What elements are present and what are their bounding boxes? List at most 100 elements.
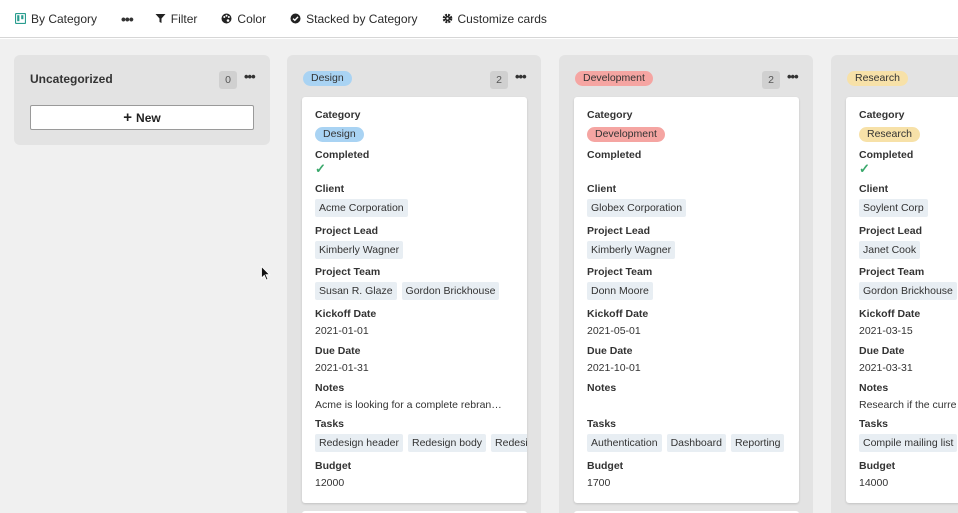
field-kickoff-date: Kickoff Date 2021-03-15 <box>859 308 958 337</box>
new-record-button[interactable]: + New <box>30 105 254 130</box>
view-selector-button[interactable]: By Category <box>15 12 97 26</box>
linked-record-chip: Reporting <box>730 434 785 452</box>
field-label: Budget <box>859 460 896 472</box>
field-project-lead: Project Lead Kimberly Wagner <box>315 225 527 259</box>
field-notes: Notes Research if the curre <box>859 382 958 411</box>
column-menu-button[interactable]: ••• <box>515 69 527 84</box>
filter-icon <box>155 13 166 24</box>
field-project-team: Project Team Susan R. Glaze Gordon Brick… <box>315 266 527 300</box>
field-label: Tasks <box>859 418 888 430</box>
field-kickoff-date: Kickoff Date 2021-05-01 <box>587 308 799 337</box>
field-label: Project Team <box>859 266 925 278</box>
field-label: Budget <box>315 460 352 472</box>
column-category-tag: Design <box>303 71 352 86</box>
field-label: Completed <box>315 149 370 161</box>
linked-record-chip: Janet Cook <box>859 241 921 259</box>
field-completed: Completed ✓ <box>859 149 958 177</box>
column-uncategorized: Uncategorized 0 ••• + New <box>14 55 270 145</box>
field-label: Due Date <box>587 345 633 357</box>
field-client: Client Soylent Corp <box>859 183 958 217</box>
field-label: Completed <box>859 149 914 161</box>
board-icon <box>15 13 26 24</box>
linked-record-chip: Gordon Brickhouse <box>859 282 957 300</box>
field-project-team: Project Team Gordon Brickhouse <box>859 266 958 300</box>
view-more-button[interactable]: ••• <box>121 11 134 27</box>
column-count: 0 <box>219 71 237 89</box>
record-card[interactable]: Category Development Completed Client Gl… <box>574 97 799 503</box>
linked-record-chip: Soylent Corp <box>859 199 928 217</box>
field-label: Kickoff Date <box>587 308 649 320</box>
column-menu-button[interactable]: ••• <box>244 69 256 84</box>
field-label: Kickoff Date <box>859 308 921 320</box>
field-project-lead: Project Lead Kimberly Wagner <box>587 225 799 259</box>
record-card[interactable]: Category Research Completed ✓ Client Soy… <box>846 97 958 503</box>
field-tasks: Tasks Compile mailing list <box>859 418 958 452</box>
field-value: 2021-01-01 <box>315 325 369 337</box>
plus-icon: + <box>123 109 133 126</box>
column-category-tag: Research <box>847 71 908 86</box>
field-value: 2021-05-01 <box>587 325 641 337</box>
field-client: Client Acme Corporation <box>315 183 527 217</box>
column-category-tag: Development <box>575 71 653 86</box>
field-label: Project Team <box>315 266 381 278</box>
mouse-cursor-icon <box>261 266 271 281</box>
field-label: Due Date <box>315 345 361 357</box>
field-label: Due Date <box>859 345 905 357</box>
category-tag: Development <box>587 127 665 142</box>
filter-button[interactable]: Filter <box>155 11 198 26</box>
gear-icon <box>442 13 453 24</box>
linked-record-chip: Compile mailing list <box>859 434 958 452</box>
kanban-board: Uncategorized 0 ••• + New Design 2 ••• C… <box>0 39 958 513</box>
record-card[interactable]: Category Design Completed ✓ Client Acme … <box>302 97 527 503</box>
linked-record-chip: Globex Corporation <box>587 199 687 217</box>
field-budget: Budget 1700 <box>587 460 799 489</box>
field-notes: Notes <box>587 382 799 394</box>
color-button[interactable]: Color <box>221 12 266 26</box>
field-value: 1700 <box>587 477 611 489</box>
field-completed: Completed ✓ <box>315 149 527 177</box>
column-development: Development 2 ••• Category Development C… <box>559 55 813 513</box>
field-label: Category <box>859 109 905 121</box>
linked-record-chip: Susan R. Glaze <box>315 282 397 300</box>
field-client: Client Globex Corporation <box>587 183 799 217</box>
field-label: Client <box>859 183 889 195</box>
new-record-label: New <box>136 110 161 125</box>
field-label: Tasks <box>587 418 616 430</box>
column-menu-button[interactable]: ••• <box>787 69 799 84</box>
field-label: Project Lead <box>859 225 923 237</box>
column-count: 2 <box>490 71 508 89</box>
linked-record-chip: Kimberly Wagner <box>315 241 404 259</box>
stacked-by-label: Stacked by Category <box>306 11 418 26</box>
filter-label: Filter <box>170 11 198 26</box>
field-due-date: Due Date 2021-10-01 <box>587 345 799 374</box>
view-selector-label: By Category <box>31 11 98 26</box>
checkmark-icon: ✓ <box>859 161 870 176</box>
column-title: Uncategorized <box>30 72 113 86</box>
field-value: 2021-03-31 <box>859 362 913 374</box>
field-notes: Notes Acme is looking for a complete reb… <box>315 382 527 411</box>
check-circle-icon <box>290 13 301 24</box>
field-label: Category <box>315 109 361 121</box>
field-label: Project Team <box>587 266 653 278</box>
field-value: 2021-10-01 <box>587 362 641 374</box>
field-due-date: Due Date 2021-03-31 <box>859 345 958 374</box>
field-budget: Budget 14000 <box>859 460 958 489</box>
field-label: Completed <box>587 149 642 161</box>
field-label: Notes <box>587 382 617 394</box>
stacked-by-button[interactable]: Stacked by Category <box>290 11 418 26</box>
field-label: Tasks <box>315 418 344 430</box>
linked-record-chip: Authentication <box>587 434 662 452</box>
field-completed: Completed <box>587 149 799 161</box>
field-label: Project Lead <box>587 225 651 237</box>
category-tag: Research <box>859 127 920 142</box>
linked-record-chip: Gordon Brickhouse <box>401 282 500 300</box>
field-label: Notes <box>859 382 889 394</box>
field-label: Client <box>315 183 345 195</box>
field-label: Project Lead <box>315 225 379 237</box>
field-category: Category Design <box>315 109 527 142</box>
field-label: Category <box>587 109 633 121</box>
field-project-team: Project Team Donn Moore <box>587 266 799 300</box>
customize-cards-button[interactable]: Customize cards <box>442 12 547 26</box>
field-label: Client <box>587 183 617 195</box>
linked-record-chip: Dashboard <box>666 434 726 452</box>
